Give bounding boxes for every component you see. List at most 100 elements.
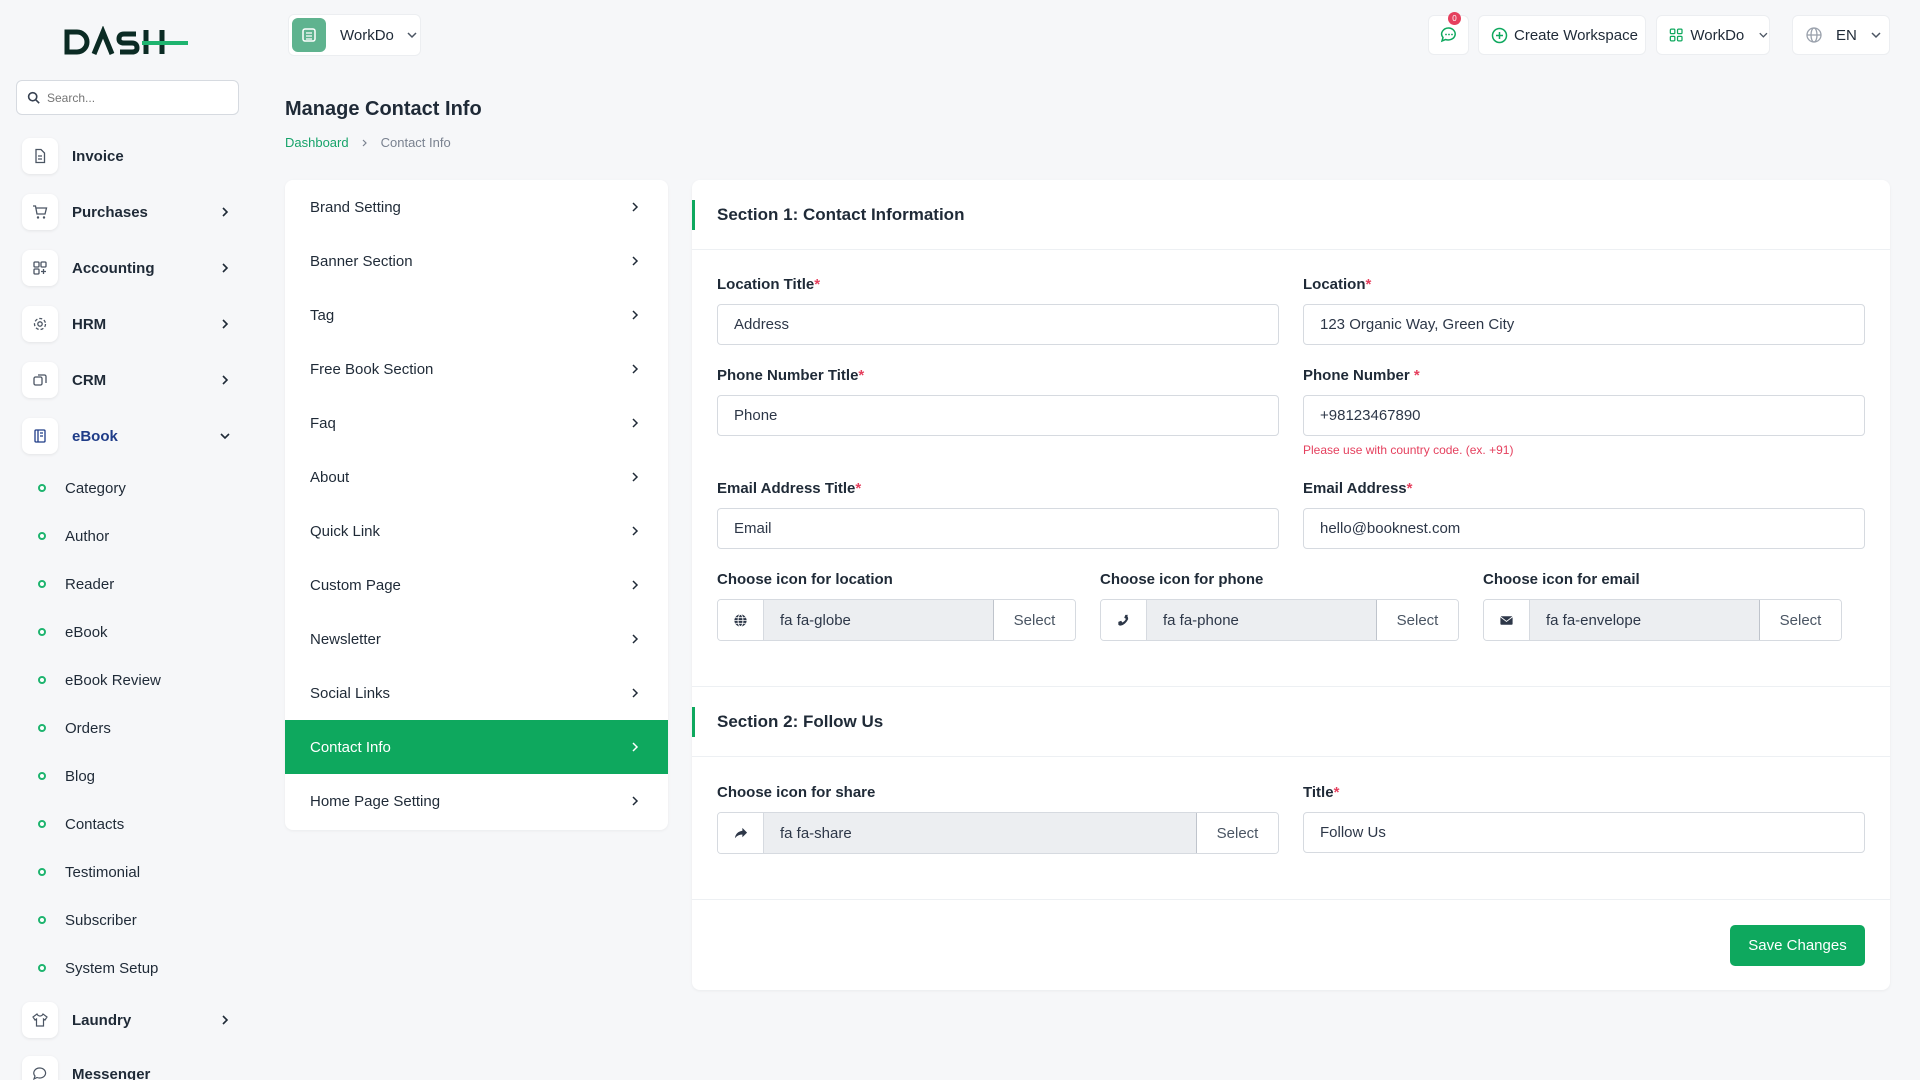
section2-header: Section 2: Follow Us	[692, 687, 1890, 757]
shirt-icon	[32, 1013, 48, 1027]
icon-phone-select-button[interactable]: Select	[1376, 600, 1458, 640]
company-name: WorkDo	[1690, 26, 1745, 44]
menu-item-tag[interactable]: Tag	[285, 288, 668, 342]
save-changes-button[interactable]: Save Changes	[1730, 925, 1865, 966]
bullet-icon	[38, 532, 46, 540]
icon-share-value: fa fa-share	[764, 813, 1196, 853]
icon-share-select-button[interactable]: Select	[1196, 813, 1278, 853]
sidebar: Invoice Purchases Accounting HRM CRM eBo…	[0, 0, 254, 1080]
sidebar-item-crm[interactable]: CRM	[22, 362, 240, 398]
chevron-down-icon	[1759, 32, 1768, 38]
sidebar-item-laundry[interactable]: Laundry	[22, 1002, 240, 1038]
sidebar-sub-orders[interactable]: Orders	[38, 716, 111, 740]
chevron-right-icon	[222, 207, 229, 217]
chevron-right-icon	[632, 580, 639, 590]
language-code: EN	[1836, 26, 1857, 44]
icon-location-select-button[interactable]: Select	[993, 600, 1075, 640]
icon-location-label: Choose icon for location	[717, 571, 893, 588]
menu-item-social-links[interactable]: Social Links	[285, 666, 668, 720]
menu-item-banner-section[interactable]: Banner Section	[285, 234, 668, 288]
email-input[interactable]	[1303, 508, 1865, 549]
sidebar-sub-testimonial[interactable]: Testimonial	[38, 860, 140, 884]
chevron-right-icon	[632, 796, 639, 806]
workspace-logo-icon	[292, 18, 326, 52]
layers-icon	[33, 374, 47, 386]
bullet-icon	[38, 724, 46, 732]
sidebar-item-ebook[interactable]: eBook	[22, 418, 240, 454]
workspace-switcher[interactable]: WorkDo	[288, 14, 421, 56]
language-switcher[interactable]: EN	[1792, 15, 1890, 55]
envelope-icon	[1500, 615, 1513, 625]
sidebar-item-messenger[interactable]: Messenger	[22, 1056, 240, 1080]
chevron-down-icon	[1871, 32, 1881, 39]
chevron-right-icon	[632, 364, 639, 374]
menu-item-about[interactable]: About	[285, 450, 668, 504]
email-title-label: Email Address Title*	[717, 480, 862, 497]
chevron-down-icon	[220, 433, 230, 440]
menu-item-newsletter[interactable]: Newsletter	[285, 612, 668, 666]
search-box[interactable]	[16, 80, 239, 115]
bullet-icon	[38, 868, 46, 876]
icon-email-label: Choose icon for email	[1483, 571, 1640, 588]
sidebar-sub-subscriber[interactable]: Subscriber	[38, 908, 137, 932]
notifications-button[interactable]: 0	[1428, 12, 1469, 55]
breadcrumb-current: Contact Info	[380, 135, 451, 150]
chevron-down-icon	[407, 32, 417, 39]
icon-phone-value: fa fa-phone	[1147, 600, 1376, 640]
icon-share-picker: fa fa-share Select	[717, 812, 1279, 854]
chevron-right-icon	[632, 310, 639, 320]
sidebar-sub-category[interactable]: Category	[38, 476, 126, 500]
location-label: Location*	[1303, 276, 1372, 293]
chevron-right-icon	[632, 418, 639, 428]
sidebar-sub-reader[interactable]: Reader	[38, 572, 114, 596]
icon-location-value: fa fa-globe	[764, 600, 993, 640]
globe-icon	[1806, 27, 1822, 43]
sidebar-sub-ebook-review[interactable]: eBook Review	[38, 668, 161, 692]
search-icon	[27, 91, 40, 104]
bullet-icon	[38, 772, 46, 780]
icon-share-label: Choose icon for share	[717, 784, 876, 801]
follow-title-input[interactable]	[1303, 812, 1865, 853]
chevron-right-icon	[632, 256, 639, 266]
phone-icon	[1118, 614, 1129, 626]
sidebar-item-invoice[interactable]: Invoice	[22, 138, 240, 174]
icon-email-select-button[interactable]: Select	[1759, 600, 1841, 640]
file-icon	[35, 148, 46, 164]
phone-hint: Please use with country code. (ex. +91)	[1303, 443, 1514, 457]
chevron-right-icon	[222, 319, 229, 329]
breadcrumb-dashboard-link[interactable]: Dashboard	[285, 135, 349, 150]
menu-item-custom-page[interactable]: Custom Page	[285, 558, 668, 612]
chevron-right-icon	[632, 202, 639, 212]
sidebar-sub-system-setup[interactable]: System Setup	[38, 956, 158, 980]
icon-email-value: fa fa-envelope	[1530, 600, 1759, 640]
menu-item-brand-setting[interactable]: Brand Setting	[285, 180, 668, 234]
phone-title-input[interactable]	[717, 395, 1279, 436]
sidebar-item-accounting[interactable]: Accounting	[22, 250, 240, 286]
search-input[interactable]	[47, 90, 227, 105]
sidebar-item-purchases[interactable]: Purchases	[22, 194, 240, 230]
menu-item-quick-link[interactable]: Quick Link	[285, 504, 668, 558]
menu-item-contact-info[interactable]: Contact Info	[285, 720, 668, 774]
dash-logo[interactable]	[64, 26, 190, 62]
icon-email-picker: fa fa-envelope Select	[1483, 599, 1842, 641]
sidebar-sub-ebook[interactable]: eBook	[38, 620, 108, 644]
sidebar-sub-contacts[interactable]: Contacts	[38, 812, 124, 836]
sidebar-sub-blog[interactable]: Blog	[38, 764, 95, 788]
menu-item-home-page-setting[interactable]: Home Page Setting	[285, 774, 668, 828]
bullet-icon	[38, 484, 46, 492]
company-switcher[interactable]: WorkDo	[1656, 15, 1770, 55]
sidebar-item-label: HRM	[72, 315, 107, 333]
apps-icon	[1669, 28, 1683, 42]
menu-item-free-book-section[interactable]: Free Book Section	[285, 342, 668, 396]
create-workspace-button[interactable]: Create Workspace	[1478, 15, 1646, 55]
menu-item-faq[interactable]: Faq	[285, 396, 668, 450]
phone-title-label: Phone Number Title*	[717, 367, 865, 384]
location-title-input[interactable]	[717, 304, 1279, 345]
settings-menu: Brand Setting Banner Section Tag Free Bo…	[285, 180, 668, 830]
sidebar-sub-author[interactable]: Author	[38, 524, 109, 548]
location-input[interactable]	[1303, 304, 1865, 345]
bullet-icon	[38, 580, 46, 588]
sidebar-item-hrm[interactable]: HRM	[22, 306, 240, 342]
phone-input[interactable]	[1303, 395, 1865, 436]
email-title-input[interactable]	[717, 508, 1279, 549]
